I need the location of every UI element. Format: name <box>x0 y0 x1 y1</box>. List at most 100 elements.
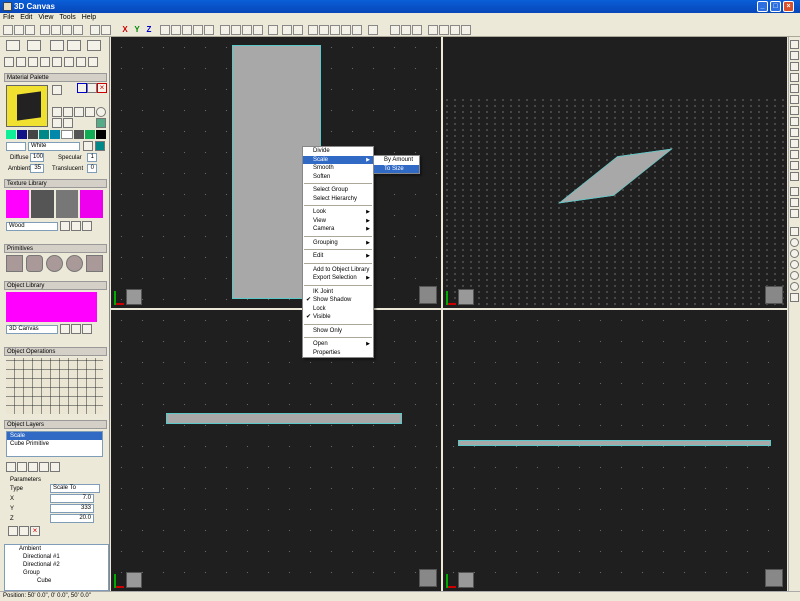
tool-17-icon[interactable] <box>790 227 799 236</box>
material-tool-icon[interactable] <box>52 118 62 128</box>
menu-item-ik-joint[interactable]: IK Joint <box>303 288 373 297</box>
library-plus-icon[interactable] <box>82 324 92 334</box>
snap-icon[interactable] <box>182 25 192 35</box>
diffuse-field[interactable]: 100 <box>30 153 44 162</box>
apply-icon[interactable] <box>8 526 18 536</box>
tree-item-cube[interactable]: Cube <box>5 577 108 585</box>
object-library-select[interactable]: 3D Canvas <box>6 325 58 334</box>
z-field[interactable]: 20.0 <box>50 514 94 523</box>
panel-tool-7-icon[interactable] <box>76 57 86 67</box>
tool-11-icon[interactable] <box>790 150 799 159</box>
settings-tab-icon[interactable] <box>87 40 101 51</box>
viewport-front[interactable] <box>111 310 441 591</box>
texture-thumb[interactable] <box>80 190 103 218</box>
layer-3-icon[interactable] <box>28 462 38 472</box>
layer-item-cube[interactable]: Cube Primitive <box>7 440 102 448</box>
render-icon[interactable] <box>268 25 278 35</box>
maximize-button[interactable]: □ <box>770 1 781 12</box>
tool-12-icon[interactable] <box>790 161 799 170</box>
arrow-left-icon[interactable] <box>52 107 62 117</box>
swatch[interactable] <box>61 130 73 139</box>
circle-tool-2-icon[interactable] <box>790 249 799 258</box>
viewport-side[interactable] <box>443 310 787 591</box>
full-icon[interactable] <box>412 25 422 35</box>
swatch[interactable] <box>74 130 84 139</box>
new-icon[interactable] <box>3 25 13 35</box>
pan-icon[interactable] <box>293 25 303 35</box>
menu-item-export-selection[interactable]: Export Selection ▶ <box>303 274 373 283</box>
layout-icon[interactable] <box>193 25 203 35</box>
copy-icon[interactable] <box>51 25 61 35</box>
reset-icon[interactable] <box>19 526 29 536</box>
copy-material-icon[interactable] <box>85 107 95 117</box>
menu-item-add-to-object-library[interactable]: Add to Object Library <box>303 266 373 275</box>
torus-primitive-icon[interactable] <box>66 255 83 272</box>
menu-item-show-only[interactable]: Show Only <box>303 327 373 336</box>
rotate-icon[interactable] <box>330 25 340 35</box>
pointer-tab-icon[interactable] <box>6 40 20 51</box>
submenu-item-by-amount[interactable]: By Amount <box>374 156 419 165</box>
circle-tool-3-icon[interactable] <box>790 260 799 269</box>
axis-y-toggle[interactable]: Y <box>132 25 142 35</box>
paste-icon[interactable] <box>62 25 72 35</box>
viewport-perspective[interactable] <box>443 37 787 308</box>
panel-tool-2-icon[interactable] <box>16 57 26 67</box>
view-cube[interactable] <box>419 569 437 587</box>
translucent-field[interactable]: 0 <box>87 164 97 173</box>
cube-primitive-icon[interactable] <box>6 255 23 272</box>
view-cube[interactable] <box>765 286 783 304</box>
type-select[interactable]: Scale To <box>50 484 100 493</box>
texture-select[interactable]: Wood <box>6 222 58 231</box>
specular-field[interactable]: 1 <box>87 153 97 162</box>
menu-item-view[interactable]: View ▶ <box>303 217 373 226</box>
swatch[interactable] <box>85 130 95 139</box>
texture-add-icon[interactable] <box>60 221 70 231</box>
menu-help[interactable]: Help <box>82 13 96 23</box>
panel-tool-8-icon[interactable] <box>88 57 98 67</box>
cone-primitive-icon[interactable] <box>86 255 103 272</box>
cylinder-primitive-icon[interactable] <box>26 255 43 272</box>
cancel-icon[interactable]: × <box>30 526 40 536</box>
texture-plus-icon[interactable] <box>82 221 92 231</box>
view-cube[interactable] <box>419 286 437 304</box>
viewport-2-icon[interactable] <box>439 25 449 35</box>
ambient-field[interactable]: 35 <box>30 164 44 173</box>
viewport-3-icon[interactable] <box>450 25 460 35</box>
panel-tool-6-icon[interactable] <box>64 57 74 67</box>
lights-tab-icon[interactable] <box>50 40 64 51</box>
menu-item-show-shadow[interactable]: ✔ Show Shadow <box>303 296 373 305</box>
menu-item-scale[interactable]: Scale ▶ <box>303 155 373 164</box>
swatch[interactable] <box>50 130 60 139</box>
texture-thumb[interactable] <box>55 190 79 218</box>
texture-icon[interactable] <box>231 25 241 35</box>
grid-icon[interactable] <box>171 25 181 35</box>
menu-item-soften[interactable]: Soften <box>303 173 373 182</box>
tools-tab-icon[interactable] <box>67 40 81 51</box>
paint-icon[interactable] <box>790 106 799 115</box>
eyedropper-icon[interactable] <box>77 83 87 93</box>
layer-1-icon[interactable] <box>6 462 16 472</box>
tool-10-icon[interactable] <box>790 139 799 148</box>
x-icon[interactable] <box>83 141 93 151</box>
pencil-icon[interactable] <box>790 128 799 137</box>
tool-13-icon[interactable] <box>790 172 799 181</box>
layer-4-icon[interactable] <box>39 462 49 472</box>
face-icon[interactable] <box>790 95 799 104</box>
color-name-select[interactable]: White <box>28 142 80 151</box>
minimize-button[interactable]: _ <box>757 1 768 12</box>
texture-new-icon[interactable] <box>71 221 81 231</box>
axis-x-toggle[interactable]: X <box>120 25 130 35</box>
scene-object-side[interactable] <box>458 440 771 446</box>
panel-tool-4-icon[interactable] <box>40 57 50 67</box>
zoom-icon[interactable] <box>390 25 400 35</box>
menu-edit[interactable]: Edit <box>20 13 32 23</box>
object-library-preview[interactable] <box>6 292 97 322</box>
menu-item-divide[interactable]: Divide <box>303 147 373 156</box>
tool-14-icon[interactable] <box>790 187 799 196</box>
menu-view[interactable]: View <box>38 13 53 23</box>
cut-icon[interactable] <box>40 25 50 35</box>
square-icon[interactable] <box>74 107 84 117</box>
tree-item-directional-1[interactable]: Directional #1 <box>5 553 108 561</box>
material-swatch-icon[interactable] <box>52 85 62 95</box>
menu-item-look[interactable]: Look ▶ <box>303 208 373 217</box>
